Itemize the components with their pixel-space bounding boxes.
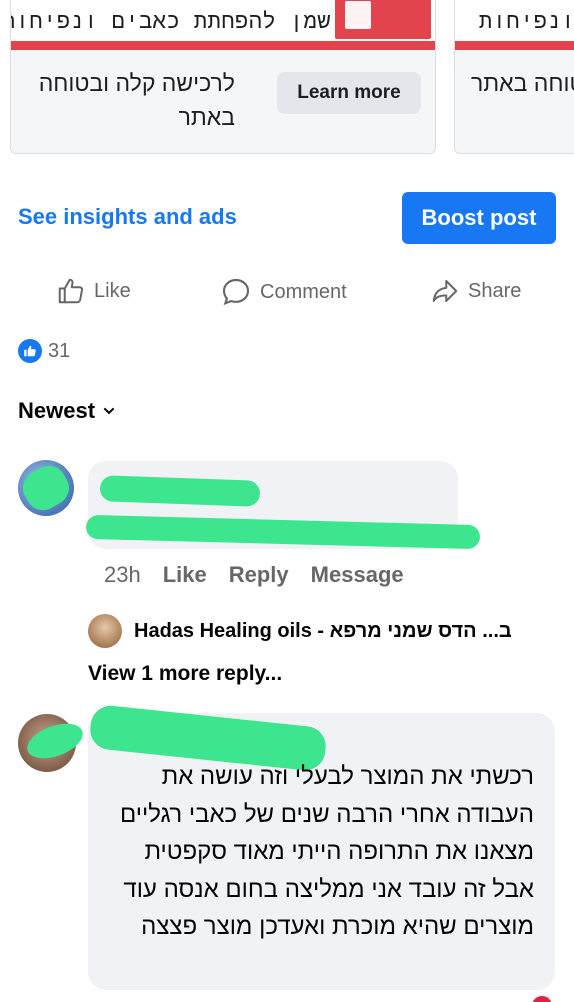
redaction-mark (99, 475, 261, 507)
card-body: לרכישה קלה ובטוחה באתר Learn more (11, 50, 435, 153)
page-avatar[interactable] (88, 614, 122, 648)
card-title: שמן להפחתת כאבים ונפיחות (10, 9, 331, 34)
share-action-button[interactable]: Share (430, 276, 521, 306)
like-action-button[interactable]: Like (56, 276, 131, 306)
comment-text: רכשתי את המוצר לבעלי וזה עושה את העבודה … (119, 763, 534, 940)
learn-more-button[interactable]: Learn more (277, 72, 421, 114)
like-label: Like (94, 279, 131, 302)
ad-carousel: שמן להפחתת כאבים ונפיחות לרכישה קלה ובטו… (0, 0, 574, 160)
comment-message-link[interactable]: Message (311, 562, 404, 588)
see-insights-link[interactable]: See insights and ads (18, 204, 237, 230)
card-banner: ונפיחות (455, 0, 574, 41)
card-body: לה ובטוחה באתר (455, 50, 574, 153)
thumbs-up-icon (58, 278, 84, 304)
reaction-summary[interactable]: 31 (18, 339, 70, 363)
card-banner: שמן להפחתת כאבים ונפיחות (11, 0, 435, 41)
card-title: ונפיחות (479, 9, 574, 34)
share-arrow-icon (432, 280, 458, 302)
comment-reply-link[interactable]: Reply (229, 562, 289, 588)
comment-label: Comment (260, 280, 347, 303)
reaction-count: 31 (48, 339, 71, 362)
comment-like-link[interactable]: Like (163, 562, 207, 588)
comment-bubble-icon (222, 278, 250, 306)
comment-meta: 23h Like Reply Message (104, 562, 426, 588)
card-description: לרכישה קלה ובטוחה באתר (38, 70, 235, 130)
notification-dot (532, 996, 552, 1002)
view-more-replies-link[interactable]: View 1 more reply... (88, 662, 282, 686)
carousel-card-1[interactable]: שמן להפחתת כאבים ונפיחות לרכישה קלה ובטו… (10, 0, 436, 154)
sort-label: Newest (18, 398, 96, 423)
like-reaction-icon (18, 339, 42, 363)
product-image (335, 0, 431, 39)
share-label: Share (468, 279, 522, 302)
card-accent-line (455, 41, 574, 50)
reply-preview[interactable]: ב... הדס שמני מרפא - Hadas Healing oils (134, 620, 512, 643)
comment-timestamp: 23h (104, 562, 141, 587)
card-accent-line (11, 41, 435, 50)
chevron-down-icon (103, 407, 115, 415)
boost-post-button[interactable]: Boost post (402, 192, 556, 244)
card-description: לה ובטוחה באתר (471, 70, 574, 96)
comment-action-button[interactable]: Comment (220, 276, 347, 308)
comment-sort-dropdown[interactable]: Newest (18, 398, 117, 424)
carousel-card-2[interactable]: ונפיחות לה ובטוחה באתר (454, 0, 574, 154)
